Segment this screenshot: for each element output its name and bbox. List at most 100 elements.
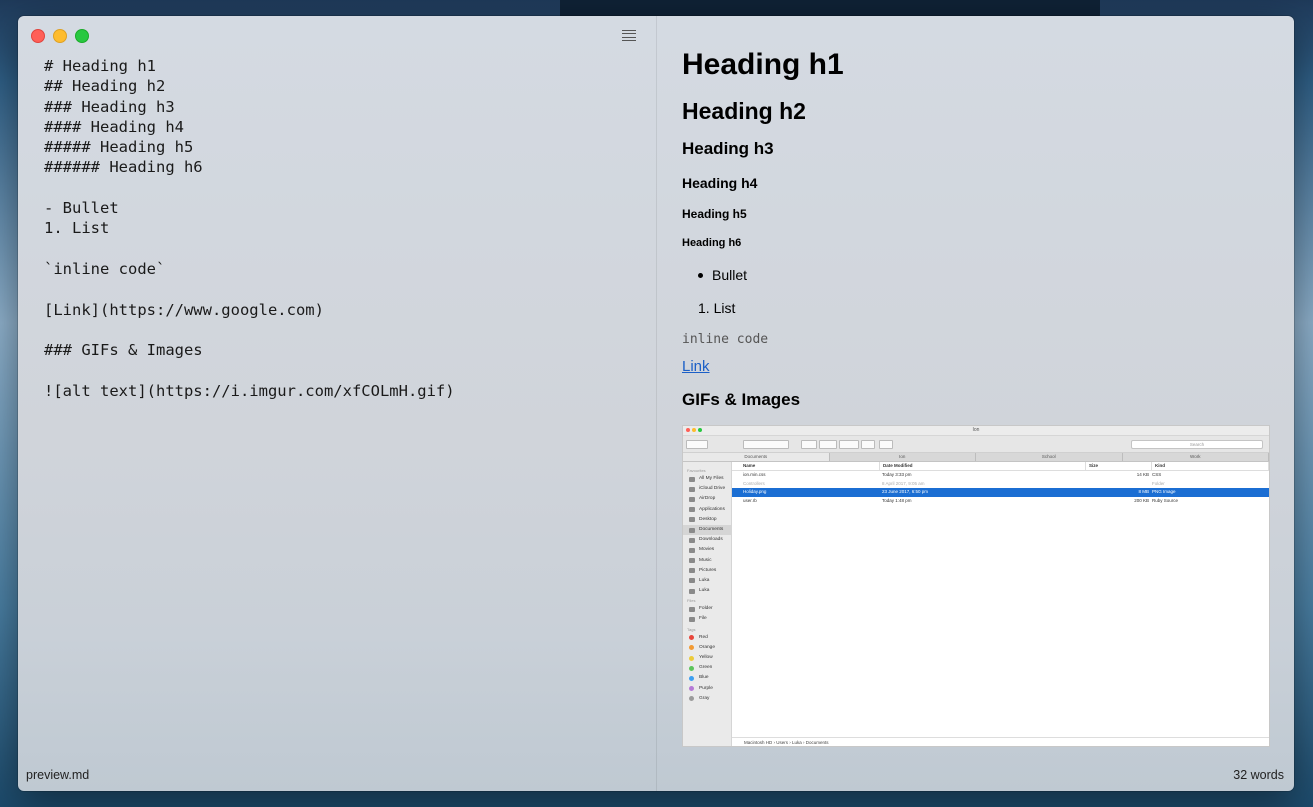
editor-line: ### Heading h3 (44, 97, 175, 116)
finder-column-header: Name (732, 462, 880, 470)
pane-divider[interactable] (656, 16, 657, 791)
finder-sidebar-item: Documents (683, 524, 731, 536)
finder-sidebar: Favourites All My Files iCloud Drive AirDro… (683, 462, 732, 746)
bullet-disc-icon (698, 272, 703, 278)
finder-cell-name: ion.min.css (743, 472, 766, 477)
preview-image-finder: Ion Search Documents Ion School Work Favour… (682, 425, 1270, 747)
finder-cell-date: Today 1:48 pm (882, 497, 912, 503)
finder-sidebar-item: AirDrop (683, 494, 731, 504)
editor-line: 1. List (44, 219, 110, 238)
finder-cell-name: Controllers (743, 480, 765, 486)
finder-file-row: ion.min.css Today 3:33 pm 14 KB CSS (732, 471, 1269, 480)
finder-cell-kind: Ruby Source (1152, 497, 1179, 503)
finder-cell-date: 8 April 2017, 9:05 am (882, 480, 925, 486)
finder-sidebar-item: Applications (683, 505, 731, 515)
bullet-text: Bullet (712, 267, 748, 283)
finder-sidebar-section: Tags (687, 626, 696, 632)
finder-cell-size: 8 MB (1138, 489, 1149, 494)
finder-sidebar-item: Red (683, 633, 731, 643)
finder-sidebar-item: Orange (683, 643, 731, 653)
editor-line: # Heading h1 (44, 57, 156, 75)
folder-icon (689, 517, 695, 523)
finder-sidebar-item: Pictures (683, 566, 731, 576)
window-controls (31, 29, 89, 43)
finder-sidebar-item: All My Files (683, 474, 731, 484)
preview-ordered-item: 1. List (698, 300, 736, 316)
preview-heading-gifs: GIFs & Images (682, 390, 801, 409)
finder-file-list: Name Date Modified Size Kind ion.min.css Tod… (732, 462, 1269, 746)
editor-line: ###### Heading h6 (44, 158, 203, 177)
finder-column-header: Kind (1152, 462, 1269, 470)
finder-sidebar-item: Gray (683, 694, 731, 704)
tag-dot-icon (689, 686, 694, 692)
finder-tab: Documents (683, 453, 830, 461)
finder-sidebar-item: Green (683, 663, 731, 673)
finder-sidebar-section: Favourites (687, 468, 706, 473)
folder-icon (689, 558, 695, 564)
finder-sidebar-item: File (683, 614, 731, 624)
app-window: # Heading h1 ## Heading h2 ### Heading h3 #… (18, 16, 1294, 791)
finder-sidebar-item: Luka (683, 586, 731, 596)
preview-bullet-item: Bullet (698, 267, 747, 283)
minimize-button[interactable] (53, 29, 67, 43)
folder-icon (689, 496, 695, 502)
editor-line: - Bullet (44, 199, 119, 218)
editor-line: [Link](https://www.google.com) (44, 300, 324, 319)
file-name: preview.md (26, 768, 90, 782)
zoom-button[interactable] (75, 29, 89, 43)
finder-sidebar-item: Blue (683, 673, 731, 683)
tag-dot-icon (689, 665, 694, 671)
finder-sidebar-section: Files (687, 598, 696, 604)
folder-icon (689, 568, 695, 574)
folder-icon (689, 476, 695, 482)
finder-file-row: Holiday.png 23 June 2017, 6:50 pm 8 MB PNG … (732, 488, 1269, 497)
editor-line: ## Heading h2 (44, 77, 166, 96)
tag-dot-icon (689, 635, 694, 641)
tag-dot-icon (689, 675, 694, 681)
preview-heading-h1: Heading h1 (682, 48, 844, 81)
folder-icon (689, 578, 695, 584)
folder-icon (689, 537, 695, 543)
finder-column-headers: Name Date Modified Size Kind (732, 462, 1269, 471)
finder-sidebar-item: Movies (683, 545, 731, 555)
editor-line: ![alt text](https://i.imgur.com/xfCOLmH.… (44, 381, 455, 400)
finder-sidebar-item: Yellow (683, 653, 731, 663)
tag-dot-icon (689, 655, 694, 661)
close-button[interactable] (31, 29, 45, 43)
finder-tab: School (976, 453, 1123, 461)
folder-icon (689, 486, 695, 492)
finder-sidebar-item: Folder (683, 604, 731, 614)
tag-dot-icon (689, 696, 694, 702)
finder-sidebar-item: Purple (683, 684, 731, 694)
preview-link[interactable]: Link (682, 358, 710, 375)
markdown-editor[interactable]: # Heading h1 ## Heading h2 ### Heading h3 #… (44, 56, 644, 756)
finder-sidebar-item: Music (683, 556, 731, 566)
finder-tabs: Documents Ion School Work (683, 453, 1269, 462)
finder-cell-size: 200 KB (1134, 497, 1149, 503)
finder-tab: Ion (830, 453, 976, 461)
editor-line: `inline code` (44, 259, 166, 278)
finder-search-input: Search (1131, 440, 1263, 449)
hamburger-menu-icon[interactable] (622, 30, 636, 41)
finder-cell-kind: CSS (1152, 472, 1162, 477)
folder-icon (689, 606, 695, 612)
finder-tab: Work (1123, 453, 1269, 461)
finder-sidebar-item: Desktop (683, 515, 731, 525)
finder-sidebar-item: iCloud Drive (683, 484, 731, 494)
folder-icon (689, 507, 695, 513)
finder-column-header: Size (1086, 462, 1152, 470)
finder-cell-kind: PNG Image (1152, 489, 1176, 494)
finder-cell-date: 23 June 2017, 6:50 pm (882, 489, 929, 494)
finder-sidebar-item: Luka (683, 576, 731, 586)
preview-heading-h4: Heading h4 (682, 175, 758, 191)
editor-line: #### Heading h4 (44, 117, 184, 136)
finder-cell-size (1084, 480, 1149, 489)
folder-icon (689, 588, 695, 594)
finder-cell-name: user.rb (743, 497, 757, 503)
folder-icon (689, 527, 695, 533)
finder-cell-kind: Folder (1152, 480, 1165, 486)
finder-column-header: Date Modified (880, 462, 1086, 470)
